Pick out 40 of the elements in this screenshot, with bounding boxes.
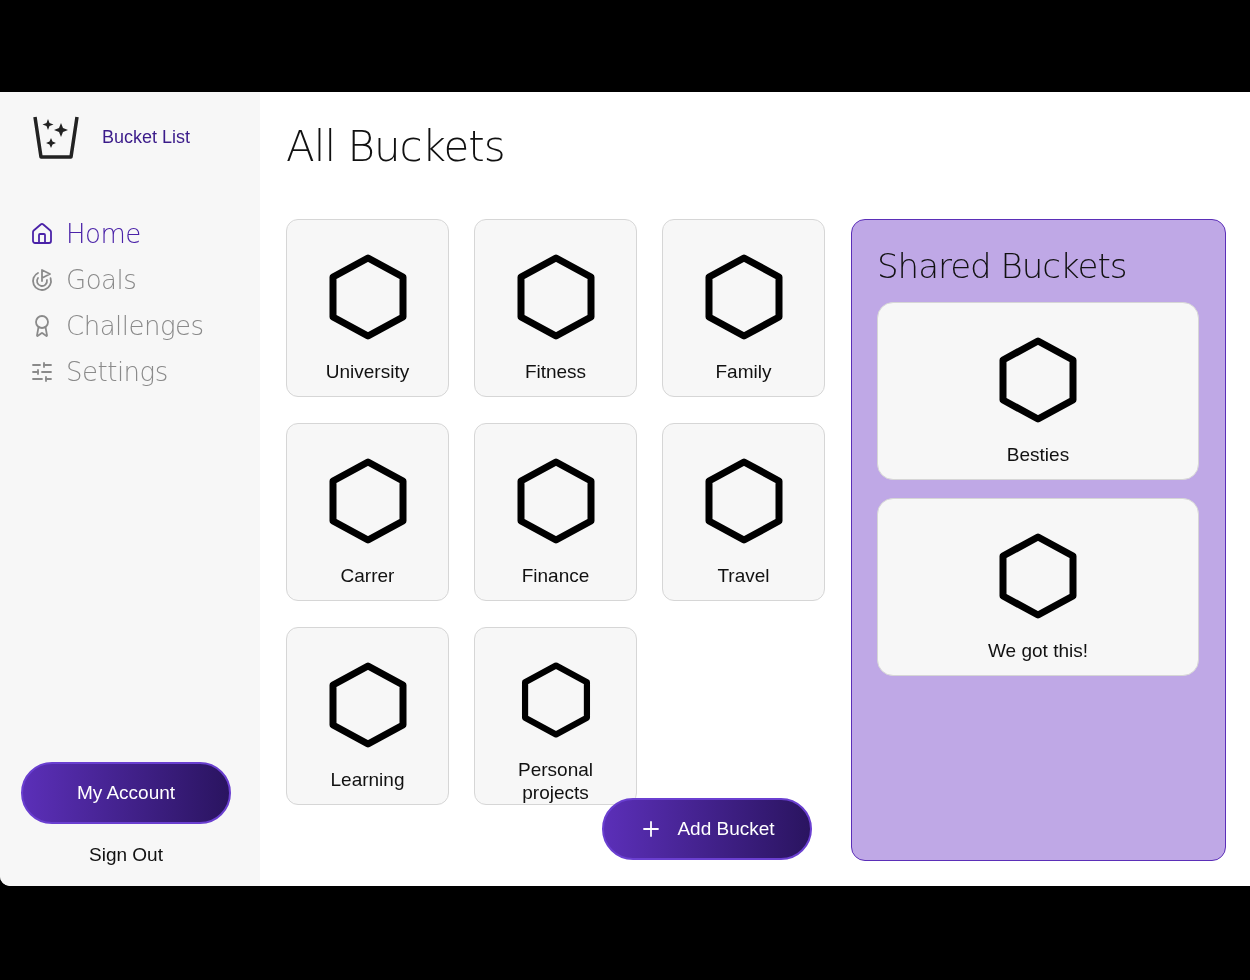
bucket-name: We got this! (988, 639, 1088, 662)
bucket-name: Finance (520, 564, 591, 587)
bucket-name: Carrer (339, 564, 396, 587)
bucket-card[interactable]: Finance (474, 423, 637, 601)
bucket-card[interactable]: Carrer (286, 423, 449, 601)
hexagon-icon (328, 254, 407, 340)
sliders-icon (30, 360, 54, 384)
bucket-name: University (324, 360, 411, 383)
bucket-card[interactable]: University (286, 219, 449, 397)
home-icon (30, 222, 54, 246)
hexagon-icon (999, 337, 1077, 423)
bucket-name: Fitness (523, 360, 588, 383)
bucket-card[interactable]: Travel (662, 423, 825, 601)
bucket-card[interactable]: Learning (286, 627, 449, 805)
bucket-sparkles-icon (32, 114, 80, 160)
bucket-card[interactable]: Personal projects (474, 627, 637, 805)
target-icon (30, 268, 54, 292)
bucket-card[interactable]: We got this! (877, 498, 1199, 676)
bucket-card[interactable]: Family (662, 219, 825, 397)
hexagon-icon (516, 254, 595, 340)
add-bucket-button[interactable]: Add Bucket (602, 798, 812, 860)
hexagon-icon (704, 254, 783, 340)
hexagon-icon (328, 458, 407, 544)
hexagon-icon (328, 662, 407, 748)
hexagon-icon (999, 533, 1077, 619)
hexagon-icon (516, 458, 595, 544)
panel-title: Shared Buckets (877, 246, 1128, 286)
brand-name: Bucket List (102, 126, 191, 148)
bucket-name: Besties (1006, 443, 1070, 466)
bucket-name: Travel (716, 564, 771, 587)
bucket-name: Learning (329, 768, 406, 791)
my-account-button[interactable]: My Account (21, 762, 231, 824)
sign-out-link[interactable]: Sign Out (89, 844, 163, 866)
hexagon-icon (704, 458, 783, 544)
bucket-name: Personal projects (517, 758, 594, 804)
bucket-name: Family (714, 360, 773, 383)
nav-item[interactable]: Home (30, 216, 260, 252)
page-title: All Buckets (286, 122, 506, 173)
bucket-card[interactable]: Besties (877, 302, 1199, 480)
bucket-card[interactable]: Fitness (474, 219, 637, 397)
